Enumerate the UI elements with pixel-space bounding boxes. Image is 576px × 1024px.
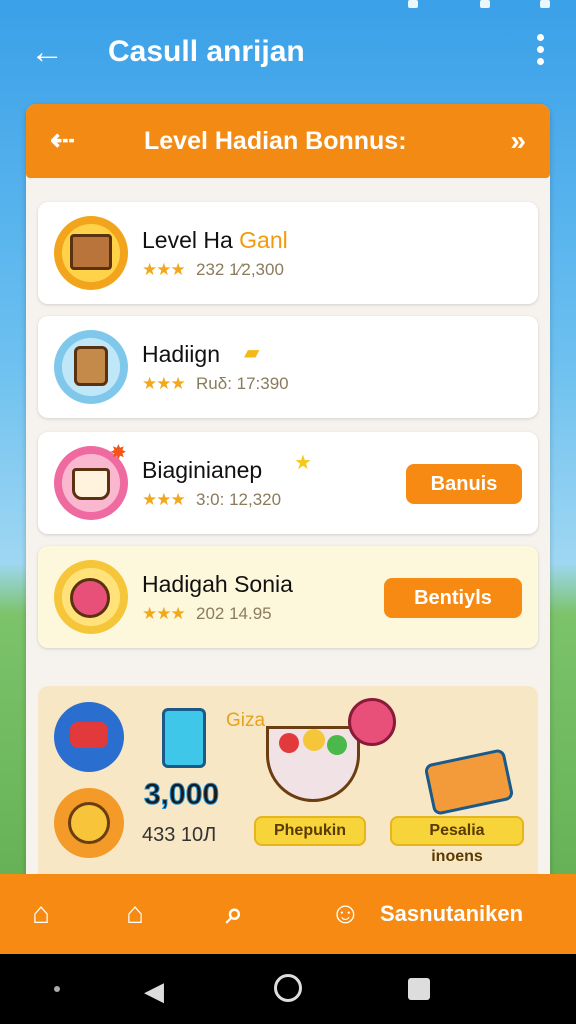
reward-sub: 433 10Л: [142, 824, 217, 846]
next-arrow-icon[interactable]: »: [510, 122, 526, 160]
fruit-bowl-icon: [266, 726, 360, 802]
card-name: Hadigah Sonia: [142, 571, 293, 597]
reward-pill[interactable]: Phepukin: [254, 816, 366, 846]
card-meta: 3:0: 12,320: [196, 490, 282, 509]
reward-label: Giza: [226, 710, 266, 731]
house-icon[interactable]: ⌂: [126, 892, 144, 936]
status-bar: [0, 0, 576, 20]
back-icon[interactable]: ◀: [144, 976, 164, 1007]
system-nav-bar: ◀: [0, 954, 576, 1024]
search-icon[interactable]: ⌕: [226, 892, 243, 936]
rewards-panel: Giza 3,000 433 10Л Phepukin Pesalia inoe…: [38, 686, 538, 896]
star-rating: ★★★: [142, 490, 186, 509]
card-name: Hadiign: [142, 341, 220, 367]
user-icon[interactable]: ☺: [330, 892, 361, 936]
reward-pill[interactable]: Pesalia inoens: [390, 816, 524, 865]
battery-icon: [540, 0, 550, 8]
ticket-icon: [423, 748, 515, 816]
card-meta: Ruδ: 17:390: [196, 374, 289, 393]
star-rating: ★★★: [142, 604, 186, 623]
more-icon[interactable]: [532, 34, 548, 72]
bag-icon: [162, 708, 206, 768]
signal-icon: [408, 0, 418, 8]
crate-icon: [54, 216, 128, 290]
burst-icon: ✸: [110, 442, 127, 464]
list-item[interactable]: ✸ Biaginianep ★ ★★★ 3:0: 12,320 Banuis: [38, 432, 538, 534]
bonus-panel: ⇠ Level Hadian Bonnus: » Level Ha Ganl ★…: [26, 104, 550, 904]
card-meta: 202 14.95: [196, 604, 272, 623]
donut-icon: [54, 560, 128, 634]
prev-arrow-icon[interactable]: ⇠: [50, 122, 75, 160]
card-meta: 232 1⁄2,300: [196, 260, 284, 279]
app-title: Casull anrijan: [108, 35, 305, 68]
bonus-button[interactable]: Banuis: [406, 464, 522, 504]
coin-icon: [54, 788, 124, 858]
star-icon: ★: [294, 452, 312, 474]
home-button-icon[interactable]: [274, 974, 302, 1002]
vegetable-icon: [54, 702, 124, 772]
balloon-icon: [348, 698, 396, 746]
panel-title: Level Hadian Bonnus:: [144, 127, 407, 155]
back-arrow-icon[interactable]: ←: [30, 34, 70, 70]
home-icon[interactable]: ⌂: [32, 892, 50, 936]
card-name: Biaginianep: [142, 457, 263, 483]
character-icon: [54, 330, 128, 404]
bottom-nav: ⌂ ⌂ ⌕ ☺ Sasnutaniken: [0, 874, 576, 954]
wifi-icon: [480, 0, 490, 8]
list-item[interactable]: Hadigah Sonia ★★★ 202 14.95 Bentiyls: [38, 546, 538, 648]
card-tag: Ganl: [239, 227, 288, 253]
app-bar: ← Casull anrijan: [0, 20, 576, 86]
dot-icon: [54, 986, 60, 992]
nav-label[interactable]: Sasnutaniken: [380, 892, 523, 936]
ticket-icon: ▰: [244, 342, 260, 364]
list-item[interactable]: Level Ha Ganl ★★★ 232 1⁄2,300: [38, 202, 538, 304]
panel-header: ⇠ Level Hadian Bonnus: »: [26, 104, 550, 178]
card-name: Level Ha: [142, 227, 240, 253]
recents-icon[interactable]: [408, 978, 430, 1000]
benefits-button[interactable]: Bentiyls: [384, 578, 522, 618]
reward-amount: 3,000: [143, 778, 220, 812]
list-item[interactable]: Hadiign ▰ ★★★ Ruδ: 17:390: [38, 316, 538, 418]
star-rating: ★★★: [142, 374, 186, 393]
star-rating: ★★★: [142, 260, 186, 279]
